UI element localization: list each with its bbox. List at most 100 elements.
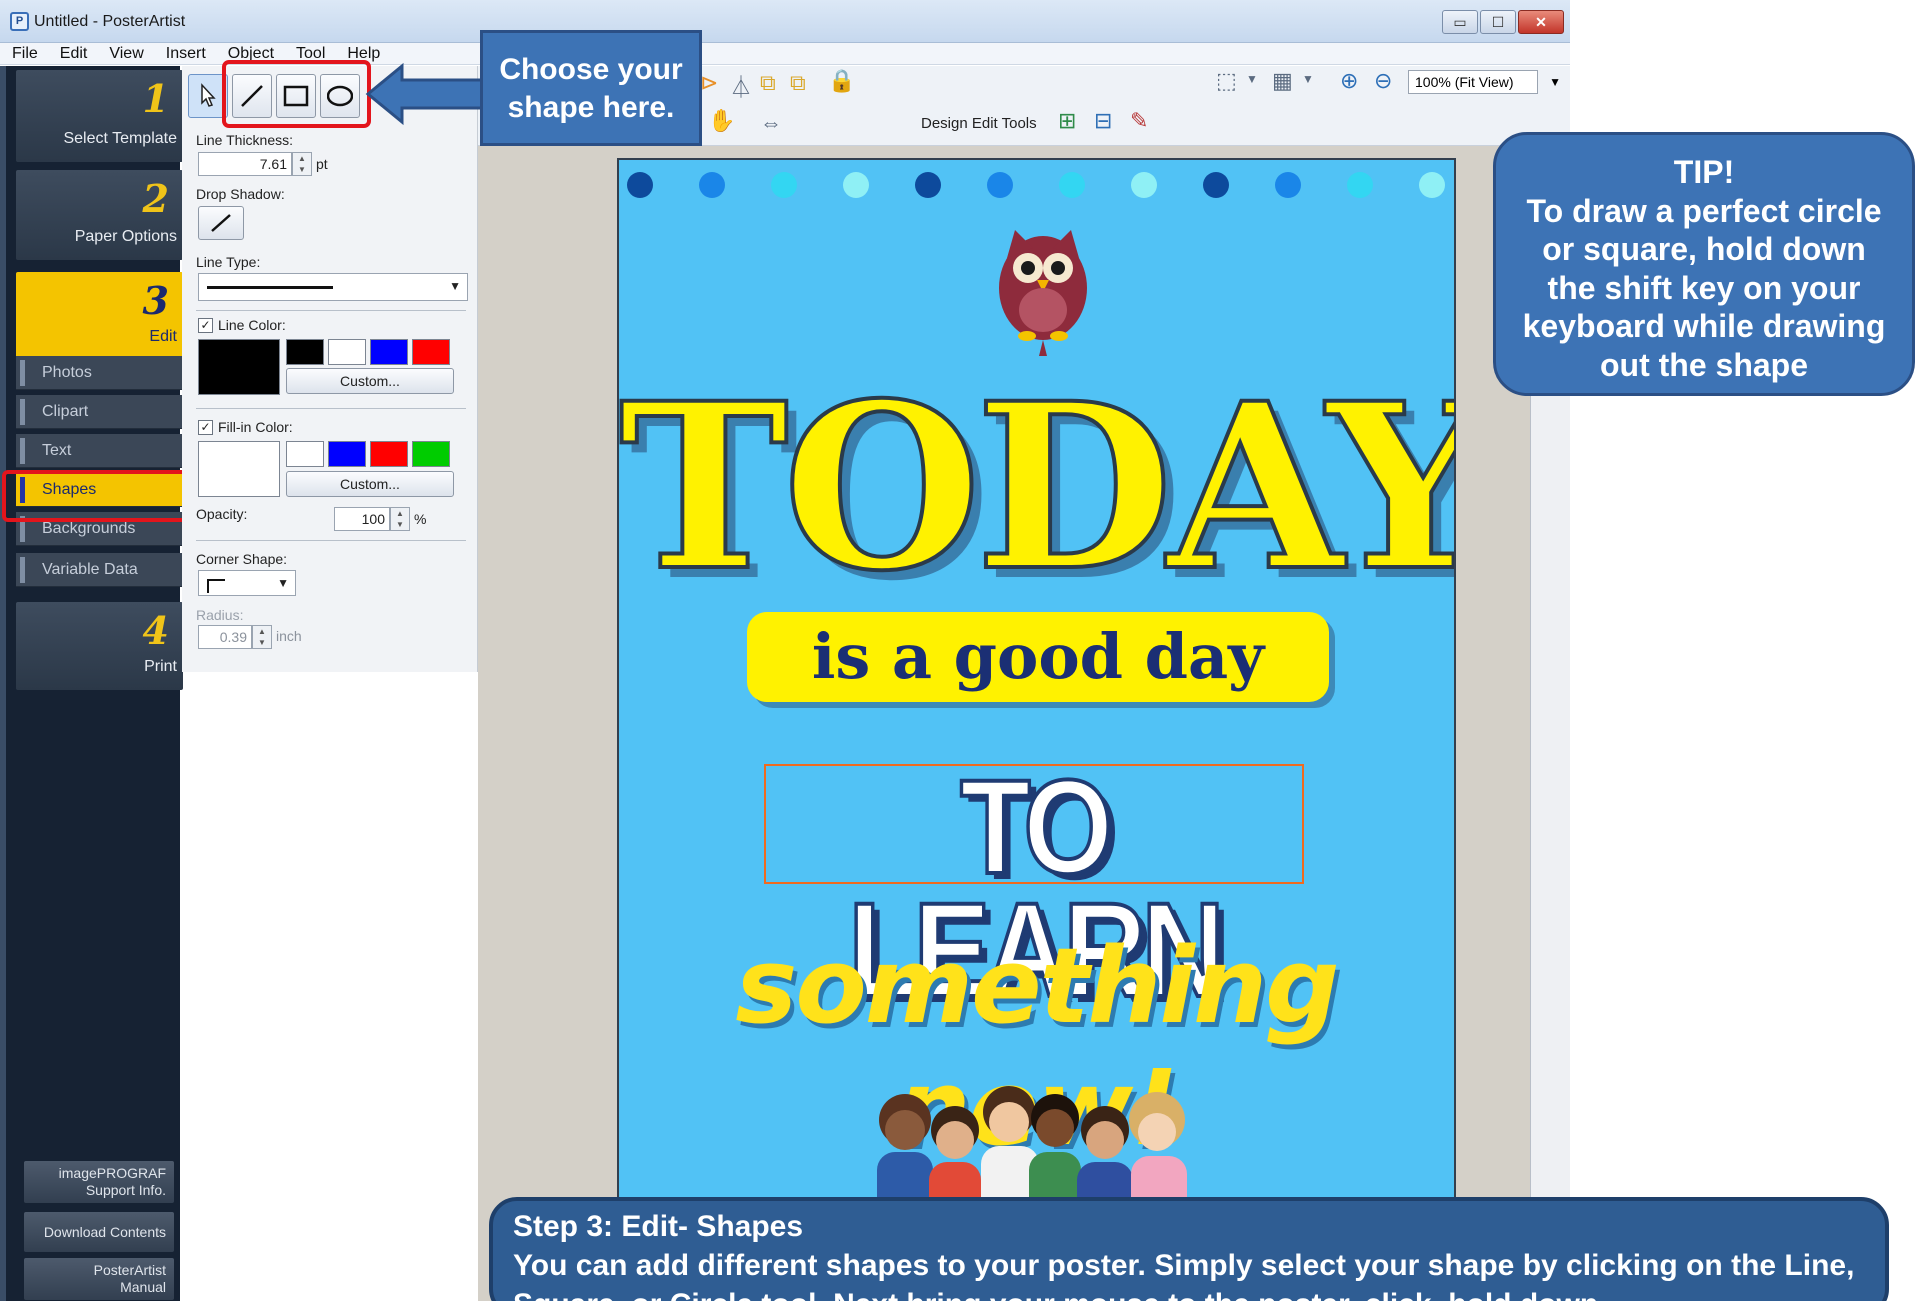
app-icon: P [10,12,29,31]
line-thickness-label: Line Thickness: [196,132,294,148]
layout-dropdown-icon[interactable]: ▼ [1246,72,1258,86]
flip-horizontal-icon[interactable]: ⊳ [700,70,718,96]
subnav-marker [20,557,25,583]
tip-line: the shift key on your [1547,269,1861,306]
subnav-marker [20,399,25,425]
shape-properties-panel: Line Thickness: 7.61 ▲ ▼ pt Drop Shadow: … [182,66,478,672]
menu-file[interactable]: File [0,43,48,64]
lock-icon[interactable]: 🔒 [828,68,855,94]
subhead-box[interactable]: is a good day [747,612,1329,702]
border-dot [1275,172,1301,198]
fit-width-icon[interactable]: ⇔ [760,110,782,136]
manual-button[interactable]: PosterArtist Manual [24,1258,174,1300]
radius-input[interactable]: 0.39 [198,625,252,649]
opacity-input[interactable]: 100 [334,507,390,531]
drop-shadow-button[interactable] [198,206,244,240]
support-line-1: imagePROGRAF [58,1165,166,1181]
line-type-label: Line Type: [196,254,261,270]
owl-clipart[interactable] [995,218,1095,358]
border-dot [1059,172,1085,198]
subnav-label: Backgrounds [42,520,136,537]
step-select-template[interactable]: 1 Select Template [16,70,183,162]
chevron-down-icon: ▼ [1549,75,1561,89]
fill-color-custom-button[interactable]: Custom... [286,471,454,497]
fill-color-swatch-green[interactable] [412,441,450,467]
line-color-checkbox[interactable]: ✓ [198,318,213,333]
shape-tools-highlight-box [222,60,371,128]
left-navigation: 1 Select Template 2 Paper Options 3 Edit… [0,66,183,1301]
step3-body: You can add different shapes to your pos… [513,1249,1855,1301]
download-contents-button[interactable]: Download Contents [24,1212,174,1252]
corner-shape-select[interactable]: ▼ [198,570,296,596]
border-dot [987,172,1013,198]
subnav-marker [20,360,25,386]
subnav-label: Variable Data [42,561,138,578]
close-button[interactable]: ✕ [1518,10,1564,34]
grid-icon[interactable]: ▦ [1272,68,1293,94]
subnav-clipart[interactable]: Clipart [16,395,183,429]
headline-today[interactable]: TODAY [619,371,1454,603]
line-thickness-spinner[interactable]: ▲ ▼ [292,152,312,176]
design-tool-1-icon[interactable]: ⊞ [1058,108,1076,134]
minimize-button[interactable]: ▭ [1442,10,1478,34]
step-edit[interactable]: 3 Edit [16,272,183,360]
design-tool-3-icon[interactable]: ✎ [1130,108,1148,134]
pointer-icon [201,83,216,107]
poster-canvas[interactable]: TODAY is a good day TO LEARN something n… [617,158,1456,1301]
corner-shape-label: Corner Shape: [196,551,288,567]
menu-view[interactable]: View [97,43,153,64]
divider [196,408,466,409]
line-color-custom-button[interactable]: Custom... [286,368,454,394]
line-color-swatch-black[interactable] [286,339,324,365]
line-color-swatch-white[interactable] [328,339,366,365]
zoom-in-icon[interactable]: ⊕ [1340,68,1358,94]
step3-title: Step 3: Edit- Shapes [513,1210,804,1243]
mirror-icon[interactable]: ⏃ [730,70,752,102]
menu-insert[interactable]: Insert [154,43,216,64]
subnav-marker [20,438,25,464]
step-paper-options[interactable]: 2 Paper Options [16,170,183,260]
fill-color-checkbox[interactable]: ✓ [198,420,213,435]
line-color-swatch-blue[interactable] [370,339,408,365]
zoom-select[interactable]: 100% (Fit View) ▼ [1408,70,1561,94]
choose-shape-callout: Choose your shape here. [480,30,702,146]
fill-color-swatch-white[interactable] [286,441,324,467]
opacity-spinner[interactable]: ▲ ▼ [390,507,410,531]
line-type-select[interactable]: ▼ [198,273,468,301]
fill-color-swatch-red[interactable] [370,441,408,467]
subnav-variable-data[interactable]: Variable Data [16,553,183,587]
border-dot [627,172,653,198]
grid-dropdown-icon[interactable]: ▼ [1302,72,1314,86]
fill-color-current[interactable] [198,441,280,497]
layout-icon[interactable]: ⬚ [1216,68,1237,94]
bring-forward-icon[interactable]: ⧉ [760,70,776,96]
line-color-label: Line Color: [218,317,286,333]
divider [196,540,466,541]
zoom-value: 100% (Fit View) [1415,74,1514,90]
support-info-button[interactable]: imagePROGRAF Support Info. [24,1161,174,1203]
fill-color-label: Fill-in Color: [218,419,293,435]
hand-tool-icon[interactable]: ✋ [708,108,735,134]
line-thickness-input[interactable]: 7.61 [198,152,292,176]
line-color-current[interactable] [198,339,280,395]
subnav-text[interactable]: Text [16,434,183,468]
line-color-swatch-red[interactable] [412,339,450,365]
maximize-button[interactable]: ☐ [1480,10,1516,34]
fill-color-swatch-blue[interactable] [328,441,366,467]
menu-edit[interactable]: Edit [48,43,98,64]
radius-spinner[interactable]: ▲ ▼ [252,625,272,649]
tip-line: keyboard while drawing [1522,308,1886,344]
subnav-photos[interactable]: Photos [16,356,183,390]
line-type-preview [207,286,333,289]
tip-line: or square, hold down [1542,231,1866,267]
design-tool-2-icon[interactable]: ⊟ [1094,108,1112,134]
zoom-out-icon[interactable]: ⊖ [1374,68,1392,94]
to-learn-textbox[interactable]: TO LEARN [764,759,1304,1020]
step-label: Paper Options [74,228,177,245]
divider [196,310,466,311]
border-dot [1347,172,1373,198]
send-backward-icon[interactable]: ⧉ [790,70,806,96]
step-print[interactable]: 4 Print [16,602,183,690]
callout-line-1: Choose your [499,53,683,86]
subnav-label: Text [42,442,72,459]
